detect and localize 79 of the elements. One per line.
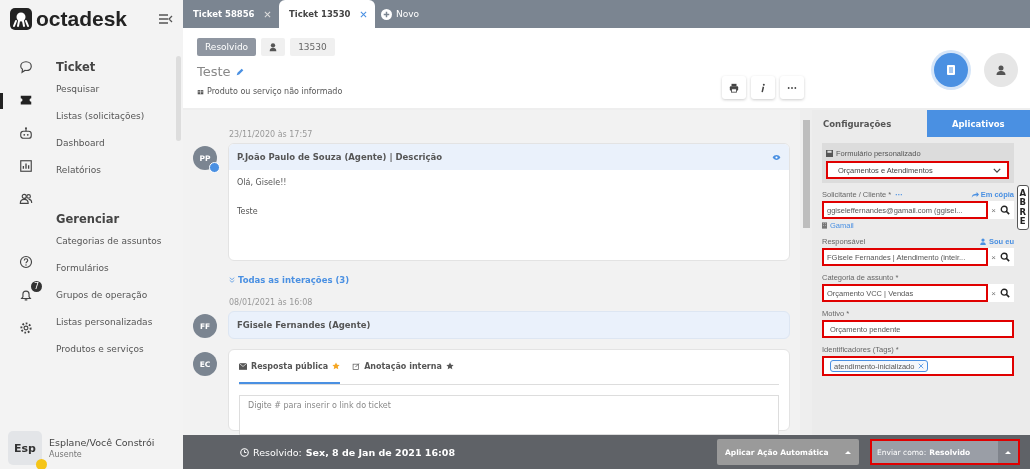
help-icon[interactable] <box>18 255 33 269</box>
forward-icon <box>970 191 979 198</box>
nav-item[interactable]: Relatórios <box>56 165 162 192</box>
nav-item[interactable]: Formulários <box>56 263 162 290</box>
reply-tab[interactable]: Anotação interna <box>352 350 454 384</box>
clear-button[interactable]: × <box>991 205 996 215</box>
message-badge <box>209 162 220 173</box>
plus-icon <box>381 8 392 20</box>
octopus-logo-icon <box>10 8 32 30</box>
side-tab[interactable]: ABRE <box>1016 185 1029 231</box>
product-text: Produto ou serviço não informado <box>207 87 343 96</box>
nav-item[interactable]: Pesquisar <box>56 84 162 111</box>
ticket-number: 13530 <box>290 38 335 56</box>
save-icon <box>826 150 833 157</box>
message-date: 23/11/2020 às 17:57 <box>229 130 314 139</box>
search-icon <box>1000 288 1010 298</box>
resolved-date: Sex, 8 de Jan de 2021 16:08 <box>305 446 456 458</box>
nav-heading: Ticket <box>56 59 97 76</box>
nav-item[interactable]: Dashboard <box>56 138 162 165</box>
message-date: 08/01/2021 às 16:08 <box>229 298 314 307</box>
chat-icon <box>18 60 33 74</box>
box-icon <box>197 88 204 95</box>
status-badge: Resolvido <box>197 38 257 56</box>
nav-item[interactable]: Listas (solicitações) <box>56 111 162 138</box>
eye-icon[interactable] <box>772 153 781 161</box>
logo-text: octadesk <box>36 7 129 31</box>
settings-icon[interactable] <box>18 321 33 335</box>
envelope-icon <box>239 362 247 370</box>
robot-icon <box>18 126 33 140</box>
chart-icon <box>18 159 33 173</box>
ticket-tab[interactable]: Ticket 58856 <box>183 0 279 28</box>
message-author: FGisele Fernandes (Agente) <box>228 311 790 339</box>
new-tab-button[interactable]: Novo <box>375 0 420 28</box>
chevron-down-icon <box>993 167 1001 173</box>
printer-icon <box>729 82 739 93</box>
ticket-icon <box>18 93 33 107</box>
message-text: Teste <box>237 207 259 216</box>
bell-icon[interactable] <box>18 288 33 302</box>
notification-badge: 7 <box>31 281 42 292</box>
user-avatar[interactable]: Esp <box>8 431 42 465</box>
person-icon <box>979 238 987 245</box>
message-text: Olá, Gisele!! <box>237 178 288 187</box>
agent-button[interactable] <box>261 38 286 56</box>
scrollbar[interactable] <box>800 110 812 435</box>
building-icon <box>822 222 827 229</box>
collapse-menu-icon[interactable] <box>159 14 173 24</box>
user-status: Ausente <box>49 450 83 459</box>
message-author: P.João Paulo de Souza (Agente) | Descrição <box>237 152 443 162</box>
caret-up-icon[interactable] <box>1005 450 1011 454</box>
person-icon <box>995 64 1007 76</box>
document-button[interactable] <box>934 53 968 87</box>
ticket-tab[interactable]: Ticket 13530 <box>279 0 375 28</box>
caret-up-icon <box>845 450 851 454</box>
document-icon <box>945 64 957 76</box>
print-button[interactable] <box>722 76 746 99</box>
nav-heading: Gerenciar <box>56 211 121 228</box>
star-icon <box>445 362 454 370</box>
search-icon <box>1000 252 1010 262</box>
reply-tab[interactable]: Resposta pública <box>239 350 341 384</box>
nav-item[interactable]: Categorias de assuntos <box>56 236 162 263</box>
star-icon <box>332 362 341 370</box>
contact-button[interactable] <box>984 53 1018 87</box>
reply-input[interactable]: Digite # para inserir o link do ticket <box>239 395 779 435</box>
nav-item[interactable]: Produtos e serviços <box>56 344 162 371</box>
resolved-label: Resolvido: <box>253 446 302 458</box>
close-icon[interactable] <box>360 10 367 18</box>
edit-icon <box>352 362 361 370</box>
search-icon <box>1000 205 1010 215</box>
nav-item[interactable]: Grupos de operação <box>56 290 162 317</box>
user-name: Esplane/Você Constrói <box>49 437 155 448</box>
clear-button[interactable]: × <box>991 288 996 298</box>
nav-item[interactable]: Listas personalizadas <box>56 317 162 344</box>
people-icon <box>18 192 33 206</box>
person-icon <box>268 42 279 52</box>
clock-icon <box>240 447 249 457</box>
clear-button[interactable]: × <box>991 252 996 262</box>
ticket-title: Teste <box>197 64 231 79</box>
pencil-icon[interactable] <box>234 66 245 77</box>
chevrons-down-icon <box>229 277 235 283</box>
